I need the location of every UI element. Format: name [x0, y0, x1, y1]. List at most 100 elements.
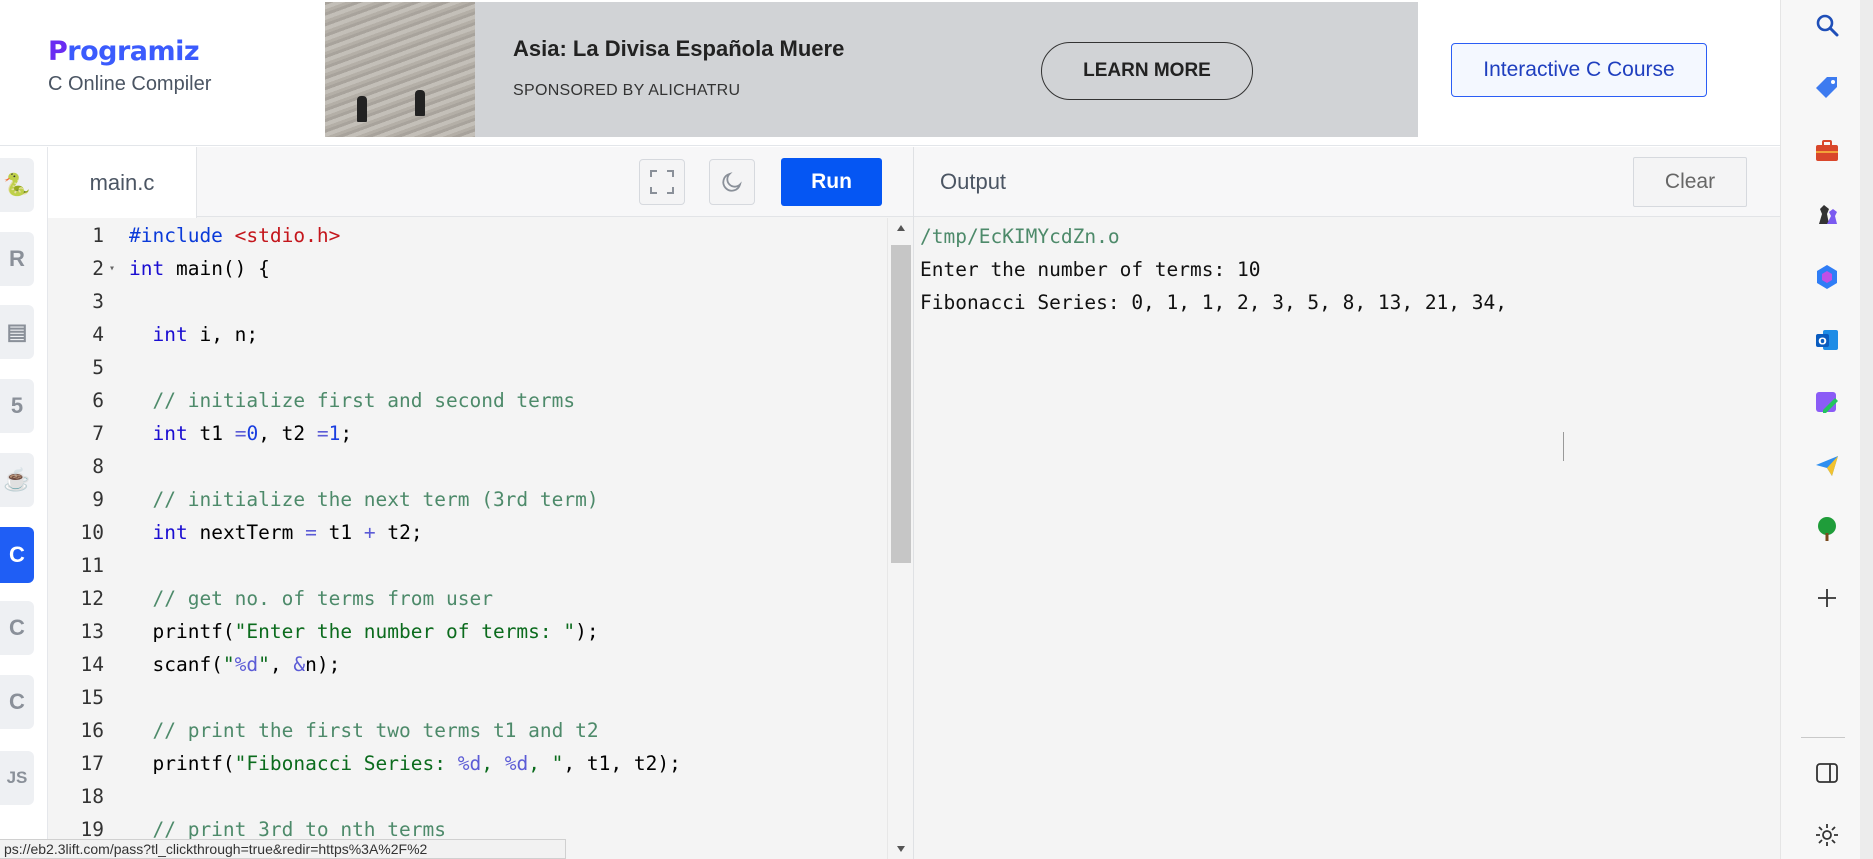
code-text: printf("Enter the number of terms: "); — [129, 620, 599, 643]
python-icon: 🐍 — [3, 172, 31, 197]
output-cursor — [1563, 432, 1564, 461]
add-icon[interactable] — [1811, 582, 1843, 614]
file-tab-main-c[interactable]: main.c — [48, 147, 197, 218]
line-number: 3 — [92, 290, 104, 313]
js-icon: JS — [6, 768, 28, 787]
line-number: 14 — [80, 653, 104, 676]
programiz-logo[interactable]: Programiz — [48, 36, 211, 67]
fullscreen-button[interactable] — [639, 159, 685, 205]
advertisement-banner[interactable]: Asia: La Divisa Española Muere SPONSORED… — [325, 2, 1418, 137]
code-line: 5 — [48, 351, 888, 384]
rail-item-cpp[interactable]: C — [0, 601, 34, 655]
code-text: int i, n; — [152, 323, 259, 346]
designer-icon[interactable] — [1811, 387, 1843, 419]
outlook-icon[interactable]: O — [1811, 324, 1843, 356]
search-icon[interactable] — [1811, 9, 1843, 41]
moon-icon — [722, 172, 742, 192]
output-title: Output — [940, 169, 1007, 194]
status-bar-url: ps://eb2.3lift.com/pass?tl_clickthrough=… — [0, 839, 566, 859]
code-text: printf("Fibonacci Series: %d, %d, ", t1,… — [129, 752, 681, 775]
code-text: // print the first two terms t1 and t2 — [152, 719, 599, 742]
code-line: 17 printf("Fibonacci Series: %d, %d, ", … — [48, 747, 888, 780]
code-text: // get no. of terms from user — [152, 587, 493, 610]
line-number: 12 — [80, 587, 104, 610]
rail-item-html[interactable]: 5 — [0, 379, 34, 433]
line-number: 15 — [80, 686, 104, 709]
code-line: 8 — [48, 450, 888, 483]
html-icon: 5 — [10, 393, 24, 418]
code-line: 12 // get no. of terms from user — [48, 582, 888, 615]
page: Programiz C Online Compiler Asia: La Div… — [0, 0, 1873, 859]
rail-item-c[interactable]: C — [0, 527, 34, 583]
line-number: 6 — [92, 389, 104, 412]
scroll-down-icon[interactable] — [896, 845, 906, 853]
line-number: 9 — [92, 488, 104, 511]
line-number: 11 — [80, 554, 104, 577]
line-number: 16 — [80, 719, 104, 742]
settings-icon[interactable] — [1811, 819, 1843, 851]
output-toolbar: Output Clear — [914, 147, 1781, 217]
code-text: // initialize first and second terms — [152, 389, 576, 412]
page-scrollbar[interactable] — [1860, 0, 1873, 859]
ad-title[interactable]: Asia: La Divisa Española Muere — [513, 36, 844, 62]
sql-icon: ▤ — [6, 319, 28, 344]
rail-item-sql[interactable]: ▤ — [0, 305, 34, 359]
code-line: 6 // initialize first and second terms — [48, 384, 888, 417]
code-area[interactable]: 1 #include <stdio.h> 2 ▾ int main() {3 4 int … — [48, 218, 888, 859]
code-text: scanf("%d", &n); — [129, 653, 341, 676]
rail-item-csharp[interactable]: C — [0, 675, 34, 729]
output-path: /tmp/EcKIMYcdZn.o — [920, 225, 1120, 248]
scroll-thumb[interactable] — [890, 245, 911, 564]
c-icon: C — [9, 542, 25, 567]
scroll-up-icon[interactable] — [896, 224, 906, 232]
rail-item-python[interactable]: 🐍 — [0, 158, 34, 212]
code-line: 7 int t1 =0, t2 =1; — [48, 417, 888, 450]
code-text: int main() { — [129, 257, 270, 280]
code-line: 9 // initialize the next term (3rd term) — [48, 483, 888, 516]
code-line: 14 scanf("%d", &n); — [48, 648, 888, 681]
code-line: 18 — [48, 780, 888, 813]
line-number: 8 — [92, 455, 104, 478]
code-line: 11 — [48, 549, 888, 582]
code-line: 3 — [48, 285, 888, 318]
code-text: // initialize the next term (3rd term) — [152, 488, 599, 511]
line-number: 7 — [92, 422, 104, 445]
code-text: int nextTerm = t1 + t2; — [152, 521, 423, 544]
code-editor-panel: main.c Run 1 #include <stdio.h> 2 ▾ int main… — [48, 147, 913, 859]
line-number: 17 — [80, 752, 104, 775]
fullscreen-icon — [650, 170, 674, 194]
send-icon[interactable] — [1811, 450, 1843, 482]
dark-mode-button[interactable] — [709, 159, 755, 205]
java-icon: ☕ — [3, 467, 31, 492]
toolbox-icon[interactable] — [1811, 135, 1843, 167]
brand[interactable]: Programiz C Online Compiler — [48, 36, 211, 96]
rail-item-java[interactable]: ☕ — [0, 453, 34, 507]
rail-item-r[interactable]: R — [0, 232, 34, 286]
fold-toggle-icon[interactable]: ▾ — [109, 252, 115, 285]
interactive-course-button[interactable]: Interactive C Course — [1451, 43, 1707, 97]
editor-scrollbar[interactable] — [887, 218, 913, 859]
split-view-icon[interactable] — [1811, 757, 1843, 789]
svg-text:O: O — [1818, 337, 1827, 348]
rail-item-js[interactable]: JS — [0, 751, 34, 805]
line-number: 2 — [92, 257, 104, 280]
ad-image[interactable] — [325, 2, 475, 137]
line-number: 13 — [80, 620, 104, 643]
line-number: 5 — [92, 356, 104, 379]
tree-icon[interactable] — [1811, 513, 1843, 545]
copilot-icon[interactable] — [1811, 261, 1843, 293]
r-icon: R — [9, 246, 25, 271]
compiler-subtitle: C Online Compiler — [48, 73, 212, 95]
code-line: 15 — [48, 681, 888, 714]
output-panel: Output Clear /tmp/EcKIMYcdZn.o Enter the… — [913, 147, 1781, 859]
chess-icon[interactable] — [1811, 198, 1843, 230]
code-line: 13 printf("Enter the number of terms: ")… — [48, 615, 888, 648]
tag-icon[interactable] — [1811, 72, 1843, 104]
clear-button[interactable]: Clear — [1633, 157, 1747, 207]
line-number: 4 — [92, 323, 104, 346]
code-text: int t1 =0, t2 =1; — [152, 422, 353, 445]
ad-learn-more-button[interactable]: LEARN MORE — [1041, 42, 1253, 100]
line-number: 1 — [92, 224, 104, 247]
run-button[interactable]: Run — [781, 158, 882, 206]
sidebar-divider — [1801, 737, 1845, 738]
